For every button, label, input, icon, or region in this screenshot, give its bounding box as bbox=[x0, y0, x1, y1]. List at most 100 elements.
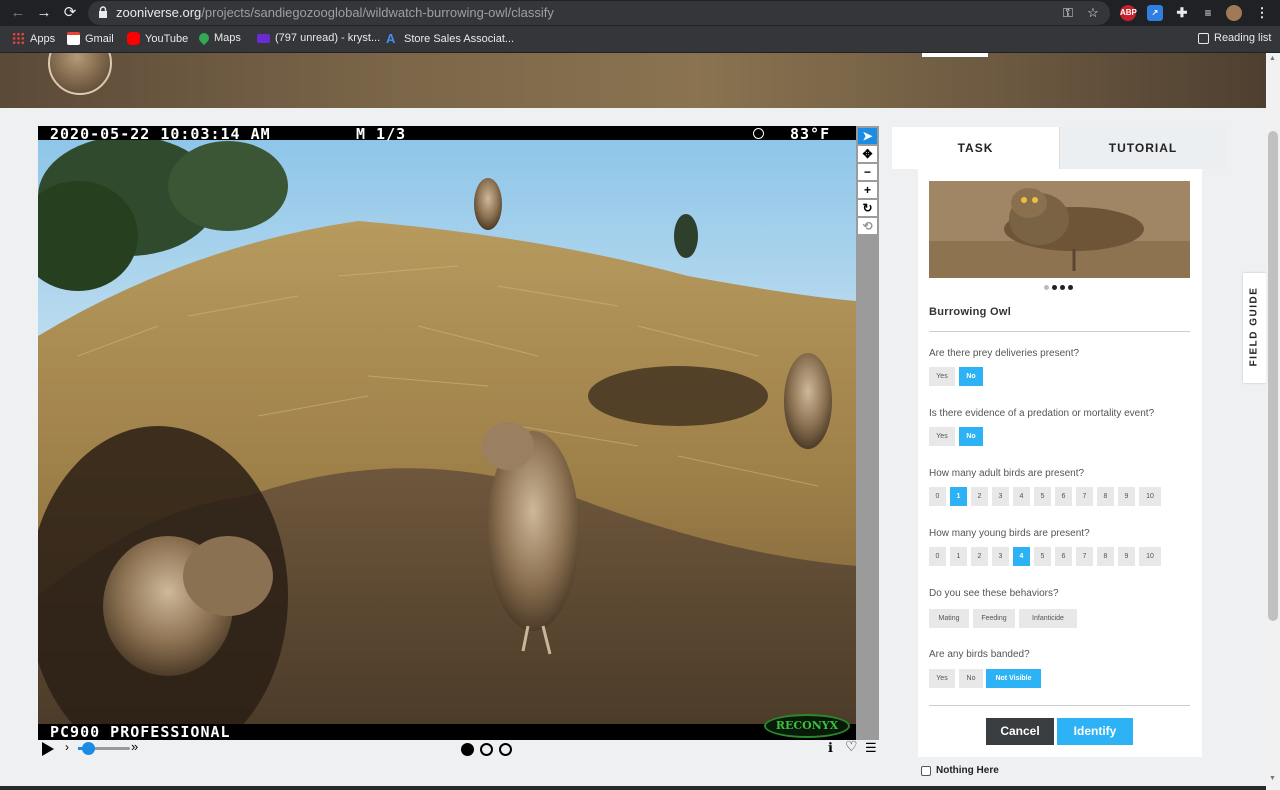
count-option-6[interactable]: 6 bbox=[1055, 547, 1072, 566]
answer-not-visible[interactable]: Not Visible bbox=[986, 669, 1041, 688]
answer-no[interactable]: No bbox=[959, 367, 983, 386]
cancel-button[interactable]: Cancel bbox=[986, 718, 1054, 745]
bookmark-maps[interactable]: Maps bbox=[196, 30, 241, 46]
count-option-7[interactable]: 7 bbox=[1076, 487, 1093, 506]
task-panel: Burrowing Owl Are there prey deliveries … bbox=[918, 169, 1202, 757]
speed-slower-icon[interactable]: › bbox=[65, 740, 69, 754]
url-host: zooniverse.org bbox=[116, 5, 202, 20]
answer-mating[interactable]: Mating bbox=[929, 609, 969, 628]
scroll-down-arrow-icon[interactable]: ▼ bbox=[1269, 775, 1276, 782]
answer-yes[interactable]: Yes bbox=[929, 427, 955, 446]
bookmark-youtube[interactable]: YouTube bbox=[127, 32, 188, 45]
scrollbar-thumb[interactable] bbox=[1268, 131, 1278, 621]
count-option-0[interactable]: 0 bbox=[929, 487, 946, 506]
favorite-heart-icon[interactable]: ♡ bbox=[845, 738, 858, 755]
info-icon[interactable]: ℹ bbox=[828, 740, 833, 756]
count-option-0[interactable]: 0 bbox=[929, 547, 946, 566]
count-option-5[interactable]: 5 bbox=[1034, 487, 1051, 506]
count-option-6[interactable]: 6 bbox=[1055, 487, 1072, 506]
move-tool-icon[interactable]: ✥ bbox=[858, 146, 877, 162]
answer-yes[interactable]: Yes bbox=[929, 669, 955, 688]
count-option-2[interactable]: 2 bbox=[971, 487, 988, 506]
puzzle-extensions-icon[interactable]: ✚ bbox=[1174, 5, 1190, 21]
project-avatar[interactable] bbox=[48, 53, 112, 95]
viewer-toolbar: ➤ ✥ − + ↻ ⟲ bbox=[856, 126, 879, 740]
media-queue-icon[interactable]: ≡ bbox=[1200, 5, 1216, 21]
count-option-9[interactable]: 9 bbox=[1118, 547, 1135, 566]
rotate-icon[interactable]: ↻ bbox=[858, 200, 877, 216]
zoom-out-icon[interactable]: − bbox=[858, 164, 877, 180]
count-option-4[interactable]: 4 bbox=[1013, 487, 1030, 506]
reading-list[interactable]: Reading list bbox=[1198, 32, 1271, 44]
tab-task[interactable]: TASK bbox=[892, 127, 1059, 169]
bookmarks-bar: Apps Gmail YouTube Maps (797 unread) - k… bbox=[0, 26, 1280, 53]
reload-icon[interactable]: ⟳ bbox=[60, 3, 80, 23]
bookmark-mail[interactable]: (797 unread) - kryst... bbox=[257, 32, 380, 44]
bookmark-label: (797 unread) - kryst... bbox=[275, 32, 381, 44]
camera-trap-photo[interactable] bbox=[38, 126, 856, 740]
count-option-9[interactable]: 9 bbox=[1118, 487, 1135, 506]
carousel-dot-4[interactable] bbox=[1068, 285, 1073, 290]
frame-dot-1[interactable] bbox=[461, 743, 474, 756]
star-icon[interactable]: ☆ bbox=[1085, 5, 1101, 21]
nothing-here-option[interactable]: Nothing Here bbox=[921, 765, 999, 776]
subject-image-viewer[interactable]: 2020-05-22 10:03:14 AM M 1/3 83°F PC900 … bbox=[38, 126, 856, 740]
browser-toolbar: ← → ⟳ zooniverse.org/projects/sandiegozo… bbox=[0, 0, 1280, 26]
gmail-icon bbox=[67, 32, 80, 45]
pointer-tool-icon[interactable]: ➤ bbox=[858, 128, 877, 144]
reset-view-icon[interactable]: ⟲ bbox=[858, 218, 877, 234]
count-option-4[interactable]: 4 bbox=[1013, 547, 1030, 566]
extension-arrow-icon[interactable]: ↗ bbox=[1147, 5, 1163, 21]
project-header-banner bbox=[0, 53, 1266, 108]
collections-list-icon[interactable]: ☰ bbox=[865, 740, 877, 756]
bookmark-store-sales[interactable]: A Store Sales Associat... bbox=[386, 32, 514, 45]
back-arrow-icon[interactable]: ← bbox=[8, 3, 28, 23]
menu-dots-icon[interactable]: ⋮ bbox=[1254, 5, 1270, 21]
carousel-dot-3[interactable] bbox=[1060, 285, 1065, 290]
count-option-8[interactable]: 8 bbox=[1097, 487, 1114, 506]
forward-arrow-icon[interactable]: → bbox=[34, 3, 54, 23]
count-option-10[interactable]: 10 bbox=[1139, 487, 1161, 506]
address-bar[interactable]: zooniverse.org/projects/sandiegozoogloba… bbox=[88, 1, 1110, 25]
question-predation-event: Is there evidence of a predation or mort… bbox=[929, 408, 1155, 419]
nothing-here-checkbox[interactable] bbox=[921, 765, 931, 776]
count-option-8[interactable]: 8 bbox=[1097, 547, 1114, 566]
count-option-2[interactable]: 2 bbox=[971, 547, 988, 566]
play-icon[interactable] bbox=[42, 742, 54, 756]
bookmark-apps[interactable]: Apps bbox=[12, 32, 55, 45]
identify-button[interactable]: Identify bbox=[1057, 718, 1133, 745]
reading-list-icon bbox=[1198, 32, 1209, 44]
answer-no[interactable]: No bbox=[959, 669, 983, 688]
adblock-extension-icon[interactable]: ABP bbox=[1120, 5, 1137, 21]
count-option-3[interactable]: 3 bbox=[992, 547, 1009, 566]
speed-faster-icon[interactable]: » bbox=[131, 739, 138, 754]
carousel-dot-1[interactable] bbox=[1044, 285, 1049, 290]
carousel-dot-2[interactable] bbox=[1052, 285, 1057, 290]
question-prey-deliveries: Are there prey deliveries present? bbox=[929, 348, 1080, 359]
scroll-up-arrow-icon[interactable]: ▲ bbox=[1269, 55, 1276, 62]
count-option-10[interactable]: 10 bbox=[1139, 547, 1161, 566]
url-path: /projects/sandiegozooglobal/wildwatch-bu… bbox=[201, 5, 554, 20]
count-option-5[interactable]: 5 bbox=[1034, 547, 1051, 566]
count-option-7[interactable]: 7 bbox=[1076, 547, 1093, 566]
answer-yes[interactable]: Yes bbox=[929, 367, 955, 386]
header-button-edge[interactable] bbox=[922, 53, 988, 57]
key-icon[interactable]: ⚿ bbox=[1060, 5, 1076, 21]
zoom-in-icon[interactable]: + bbox=[858, 182, 877, 198]
answer-feeding[interactable]: Feeding bbox=[973, 609, 1015, 628]
bookmark-label: Gmail bbox=[85, 32, 114, 45]
frame-dot-2[interactable] bbox=[480, 743, 493, 756]
speed-slider-handle[interactable] bbox=[82, 742, 95, 755]
bookmark-gmail[interactable]: Gmail bbox=[67, 32, 114, 45]
page-scrollbar[interactable]: ▲ ▼ bbox=[1266, 53, 1280, 790]
count-option-1[interactable]: 1 bbox=[950, 547, 967, 566]
profile-avatar[interactable] bbox=[1226, 5, 1242, 21]
field-guide-tab[interactable]: FIELD GUIDE bbox=[1243, 273, 1266, 383]
url-text: zooniverse.org/projects/sandiegozoogloba… bbox=[116, 5, 554, 20]
frame-dot-3[interactable] bbox=[499, 743, 512, 756]
tab-tutorial[interactable]: TUTORIAL bbox=[1059, 127, 1226, 169]
count-option-1[interactable]: 1 bbox=[950, 487, 967, 506]
answer-no[interactable]: No bbox=[959, 427, 983, 446]
answer-infanticide[interactable]: Infanticide bbox=[1019, 609, 1077, 628]
count-option-3[interactable]: 3 bbox=[992, 487, 1009, 506]
